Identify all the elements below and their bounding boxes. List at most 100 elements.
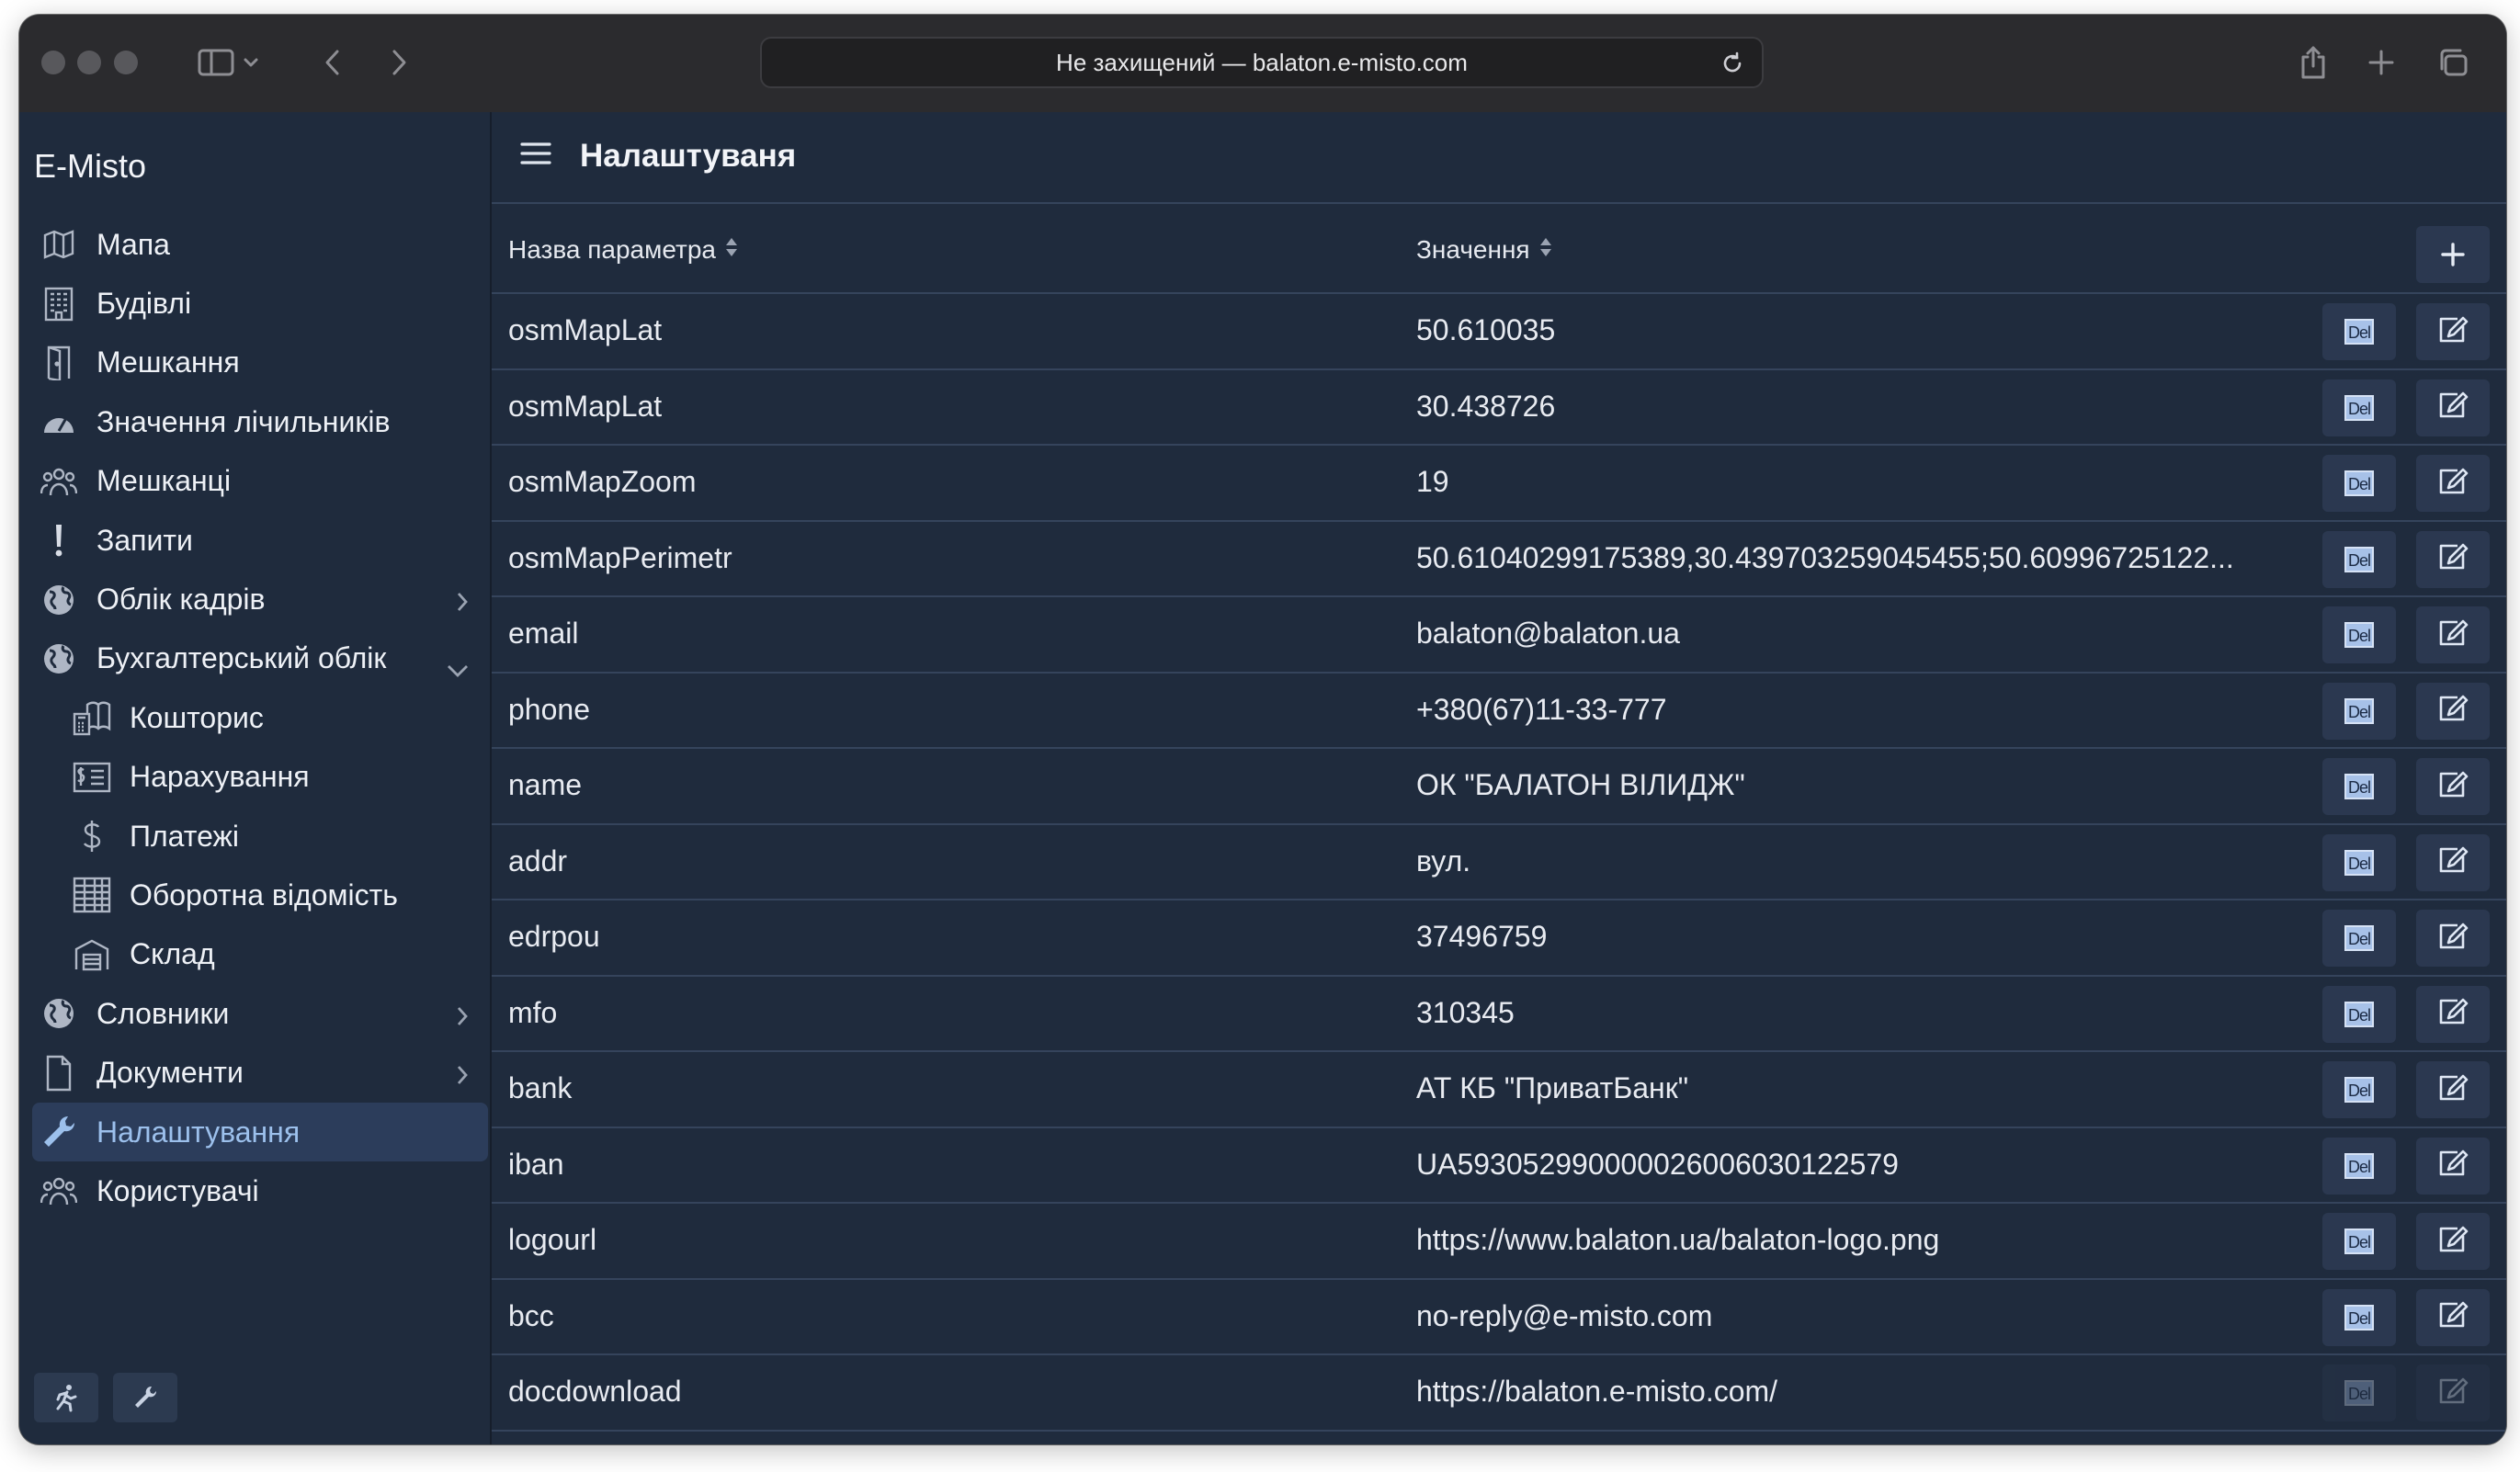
parameter-value: АТ КБ "ПриватБанк": [1416, 1071, 1689, 1104]
delete-button[interactable]: Del: [2322, 758, 2396, 815]
delete-icon: Del: [2344, 394, 2374, 421]
table-row: osmMapLat 30.438726 Del: [492, 370, 2506, 446]
run-button[interactable]: [34, 1373, 98, 1422]
delete-button[interactable]: Del: [2322, 606, 2396, 663]
delete-icon: Del: [2344, 1077, 2374, 1103]
running-person-icon: [56, 1385, 77, 1412]
delete-button[interactable]: Del: [2322, 985, 2396, 1043]
delete-button[interactable]: Del: [2322, 1137, 2396, 1195]
edit-button[interactable]: [2416, 1288, 2490, 1346]
close-window-button[interactable]: [41, 51, 65, 74]
parameter-name: bcc: [508, 1298, 554, 1332]
share-icon[interactable]: [2295, 42, 2332, 83]
sidebar-item-3-gauge[interactable]: Значення лічильників: [32, 392, 488, 451]
sidebar-item-12-warehouse[interactable]: Склад: [32, 925, 488, 984]
edit-button[interactable]: [2416, 1213, 2490, 1270]
edit-button[interactable]: [2416, 1061, 2490, 1118]
edit-button[interactable]: [2416, 606, 2490, 663]
delete-button[interactable]: Del: [2322, 303, 2396, 360]
sidebar-item-label: Мапа: [96, 227, 170, 261]
delete-button[interactable]: Del: [2322, 1364, 2396, 1421]
sidebar-item-label: Оборотна відомість: [130, 878, 398, 912]
sidebar-item-10-dollar[interactable]: Платежі: [32, 807, 488, 866]
delete-button[interactable]: Del: [2322, 1288, 2396, 1346]
sidebar-item-14-document[interactable]: Документи: [32, 1043, 488, 1102]
chevron-right-icon[interactable]: [455, 586, 470, 620]
edit-button[interactable]: [2416, 530, 2490, 588]
sidebar-item-label: Мешкання: [96, 345, 240, 379]
edit-button[interactable]: [2416, 1137, 2490, 1195]
dollar-icon: [73, 817, 111, 855]
delete-button[interactable]: Del: [2322, 379, 2396, 436]
edit-button[interactable]: [2416, 1364, 2490, 1421]
sidebar-item-8-calculator-book[interactable]: Кошторис: [32, 688, 488, 747]
sidebar-item-16-people[interactable]: Користувачі: [32, 1161, 488, 1220]
delete-button[interactable]: Del: [2322, 530, 2396, 588]
sidebar-item-1-building[interactable]: Будівлі: [32, 274, 488, 333]
sidebar-item-2-door[interactable]: Мешкання: [32, 334, 488, 392]
app-title: E-Misto: [34, 147, 147, 185]
sidebar-toggle-icon[interactable]: [196, 42, 236, 83]
tab-overview-icon[interactable]: [2433, 42, 2473, 83]
back-arrow-icon[interactable]: [319, 42, 346, 83]
edit-button[interactable]: [2416, 682, 2490, 740]
sort-icon: [725, 235, 738, 265]
edit-button[interactable]: [2416, 455, 2490, 512]
minimize-window-button[interactable]: [77, 51, 101, 74]
sidebar-item-5-exclamation[interactable]: Запити: [32, 511, 488, 570]
edit-icon: [2437, 1073, 2469, 1107]
edit-button[interactable]: [2416, 985, 2490, 1043]
reload-icon[interactable]: [1720, 51, 1745, 83]
settings-wrench-button[interactable]: [113, 1373, 177, 1422]
table-row: osmMapZoom 19 Del: [492, 446, 2506, 522]
sidebar-item-13-globe[interactable]: Словники: [32, 984, 488, 1043]
address-text: Не захищений — balaton.e-misto.com: [1056, 48, 1468, 76]
menu-icon[interactable]: [519, 140, 552, 172]
zoom-window-button[interactable]: [114, 51, 138, 74]
delete-button[interactable]: Del: [2322, 1213, 2396, 1270]
column-header-name[interactable]: Назва параметра: [508, 235, 738, 265]
address-bar[interactable]: Не захищений — balaton.e-misto.com: [760, 37, 1764, 88]
edit-button[interactable]: [2416, 833, 2490, 891]
delete-icon: Del: [2344, 774, 2374, 799]
chevron-down-icon[interactable]: [446, 651, 470, 685]
new-tab-icon[interactable]: [2365, 42, 2398, 83]
chevron-right-icon[interactable]: [455, 1001, 470, 1035]
add-parameter-button[interactable]: [2416, 226, 2490, 283]
edit-button[interactable]: [2416, 303, 2490, 360]
sidebar-item-4-people[interactable]: Мешканці: [32, 452, 488, 511]
delete-icon: Del: [2344, 622, 2374, 648]
wrench-icon: [135, 1386, 157, 1408]
sidebar-item-label: Документи: [96, 1056, 244, 1090]
delete-icon: Del: [2344, 1001, 2374, 1027]
delete-button[interactable]: Del: [2322, 1061, 2396, 1118]
parameter-value: UA593052990000026006030122579: [1416, 1147, 1899, 1181]
sidebar-item-11-table[interactable]: Оборотна відомість: [32, 866, 488, 924]
page-title: Налаштуваня: [580, 138, 797, 174]
sidebar-item-0-map[interactable]: Мапа: [32, 215, 488, 274]
parameter-value: вул.: [1416, 844, 1471, 878]
sort-icon: [1539, 235, 1552, 265]
parameter-value: 310345: [1416, 995, 1515, 1029]
edit-icon: [2437, 845, 2469, 879]
sidebar-item-7-globe[interactable]: Бухгалтерський облік: [32, 629, 488, 688]
chevron-down-icon[interactable]: [240, 42, 262, 83]
sidebar-item-15-wrench[interactable]: Налаштування: [32, 1102, 488, 1162]
edit-button[interactable]: [2416, 910, 2490, 967]
delete-icon: Del: [2344, 470, 2374, 496]
edit-button[interactable]: [2416, 379, 2490, 436]
browser-titlebar: Не захищений — balaton.e-misto.com: [19, 15, 2506, 114]
delete-icon: Del: [2344, 1229, 2374, 1254]
sidebar-item-6-globe[interactable]: Облік кадрів: [32, 570, 488, 628]
edit-button[interactable]: [2416, 758, 2490, 815]
map-icon: [40, 225, 78, 264]
forward-arrow-icon[interactable]: [385, 42, 413, 83]
sidebar-item-9-invoice[interactable]: Нарахування: [32, 748, 488, 807]
delete-button[interactable]: Del: [2322, 682, 2396, 740]
delete-button[interactable]: Del: [2322, 833, 2396, 891]
chevron-right-icon[interactable]: [455, 1059, 470, 1093]
delete-button[interactable]: Del: [2322, 910, 2396, 967]
parameter-name: docdownload: [508, 1375, 682, 1408]
delete-button[interactable]: Del: [2322, 455, 2396, 512]
column-header-value[interactable]: Значення: [1416, 235, 1552, 265]
